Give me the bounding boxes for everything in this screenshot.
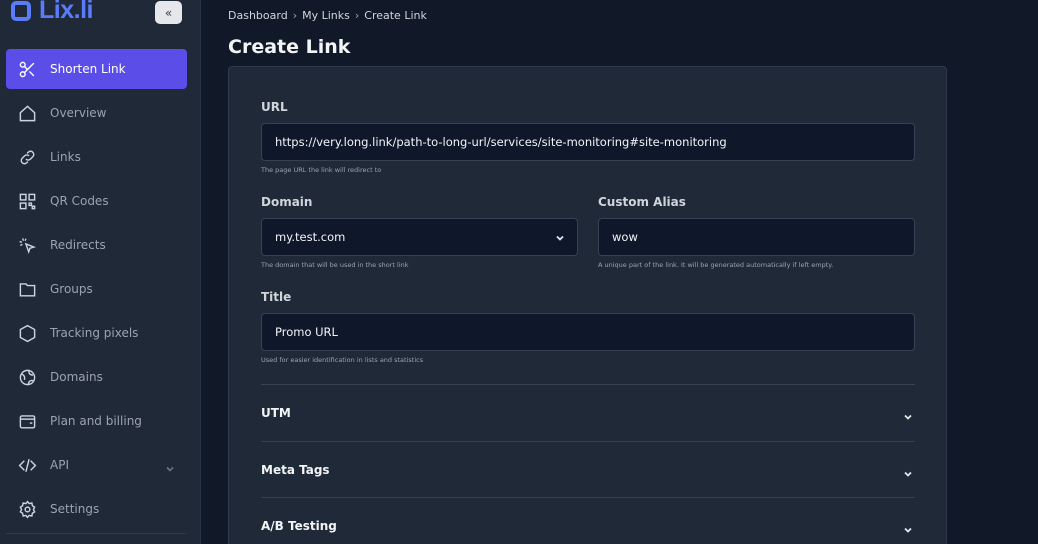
wallet-icon bbox=[17, 411, 37, 431]
sidebar-item-tracking-pixels[interactable]: Tracking pixels bbox=[6, 313, 187, 353]
brand-logo[interactable]: Lix.li bbox=[11, 0, 93, 26]
sidebar-item-label: Tracking pixels bbox=[50, 326, 139, 340]
url-label: URL bbox=[261, 100, 288, 114]
url-hint: The page URL the link will redirect to bbox=[261, 166, 382, 174]
link-icon bbox=[17, 147, 37, 167]
breadcrumb-my-links[interactable]: My Links bbox=[302, 9, 350, 22]
sidebar-item-label: Redirects bbox=[50, 238, 106, 252]
domain-label: Domain bbox=[261, 195, 313, 209]
breadcrumb-dashboard[interactable]: Dashboard bbox=[228, 9, 288, 22]
home-icon bbox=[17, 103, 37, 123]
sidebar-item-label: Domains bbox=[50, 370, 103, 384]
utm-section-toggle[interactable]: UTM bbox=[261, 384, 915, 440]
sidebar-item-label: Links bbox=[50, 150, 81, 164]
folder-icon bbox=[17, 279, 37, 299]
chevron-down-icon bbox=[165, 459, 175, 472]
alias-field[interactable] bbox=[598, 218, 915, 256]
chevron-down-icon bbox=[903, 520, 913, 533]
domain-select[interactable]: my.test.com bbox=[261, 218, 578, 256]
sidebar-item-label: Shorten Link bbox=[50, 62, 126, 76]
title-label: Title bbox=[261, 290, 292, 304]
domain-selected-value: my.test.com bbox=[275, 230, 346, 244]
title-hint: Used for easier identification in lists … bbox=[261, 356, 424, 364]
code-icon bbox=[17, 455, 37, 475]
brand-name: Lix.li bbox=[39, 0, 93, 24]
utm-section-label: UTM bbox=[261, 405, 291, 420]
sidebar: Lix.li « Shorten Link Overview Links QR bbox=[0, 0, 201, 544]
sidebar-item-qr-codes[interactable]: QR Codes bbox=[6, 181, 187, 221]
breadcrumb-create-link: Create Link bbox=[364, 9, 427, 22]
breadcrumb: Dashboard › My Links › Create Link bbox=[228, 9, 427, 22]
create-link-form: URL The page URL the link will redirect … bbox=[228, 66, 947, 544]
sidebar-item-overview[interactable]: Overview bbox=[6, 93, 187, 133]
ab-testing-section-toggle[interactable]: A/B Testing bbox=[261, 497, 915, 544]
alias-input[interactable] bbox=[612, 230, 914, 244]
breadcrumb-separator: › bbox=[354, 9, 360, 22]
sidebar-item-domains[interactable]: Domains bbox=[6, 357, 187, 397]
sidebar-divider bbox=[6, 533, 187, 534]
chevron-down-icon bbox=[555, 232, 565, 242]
url-input[interactable] bbox=[275, 135, 914, 149]
domain-hint: The domain that will be used in the shor… bbox=[261, 261, 409, 269]
alias-label: Custom Alias bbox=[598, 195, 686, 209]
sidebar-item-label: Settings bbox=[50, 502, 100, 516]
sidebar-item-label: API bbox=[50, 458, 69, 472]
sidebar-item-links[interactable]: Links bbox=[6, 137, 187, 177]
chevron-down-icon bbox=[903, 464, 913, 477]
qr-code-icon bbox=[17, 191, 37, 211]
sidebar-item-label: Plan and billing bbox=[50, 414, 142, 428]
sidebar-item-settings[interactable]: Settings bbox=[6, 489, 187, 529]
gear-icon bbox=[17, 499, 37, 519]
url-field[interactable] bbox=[261, 123, 915, 161]
globe-icon bbox=[17, 367, 37, 387]
sidebar-item-label: Groups bbox=[50, 282, 93, 296]
cursor-click-icon bbox=[17, 235, 37, 255]
sidebar-item-label: Overview bbox=[50, 106, 107, 120]
chevron-down-icon bbox=[903, 407, 913, 420]
title-input[interactable] bbox=[275, 325, 914, 339]
collapse-sidebar-button[interactable]: « bbox=[155, 1, 182, 24]
ab-testing-section-label: A/B Testing bbox=[261, 518, 337, 533]
hexagon-icon bbox=[17, 323, 37, 343]
meta-tags-section-toggle[interactable]: Meta Tags bbox=[261, 441, 915, 497]
sidebar-item-plan-and-billing[interactable]: Plan and billing bbox=[6, 401, 187, 441]
title-field[interactable] bbox=[261, 313, 915, 351]
alias-hint: A unique part of the link. It will be ge… bbox=[598, 261, 834, 269]
logo-icon bbox=[11, 1, 31, 21]
page-title: Create Link bbox=[228, 36, 351, 58]
sidebar-item-groups[interactable]: Groups bbox=[6, 269, 187, 309]
sidebar-item-label: QR Codes bbox=[50, 194, 109, 208]
sidebar-item-redirects[interactable]: Redirects bbox=[6, 225, 187, 265]
meta-tags-section-label: Meta Tags bbox=[261, 462, 330, 477]
breadcrumb-separator: › bbox=[292, 9, 298, 22]
sidebar-item-shorten-link[interactable]: Shorten Link bbox=[6, 49, 187, 89]
sidebar-item-api[interactable]: API bbox=[6, 445, 187, 485]
scissors-icon bbox=[17, 59, 37, 79]
